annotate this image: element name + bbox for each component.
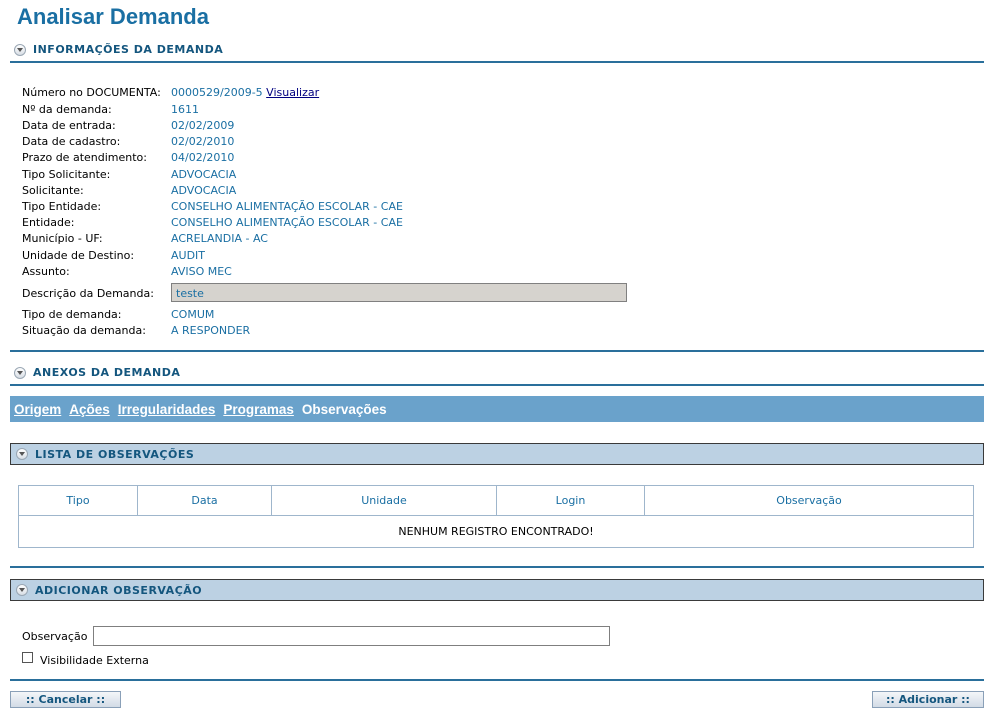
observacao-input[interactable] — [93, 626, 610, 646]
info-value: ACRELANDIA - AC — [171, 232, 268, 245]
info-label: Tipo Entidade: — [22, 200, 102, 213]
column-header-tipo[interactable]: Tipo — [18, 485, 138, 516]
info-value: ADVOCACIA — [171, 184, 237, 197]
info-value: 1611 — [171, 103, 199, 116]
tab-programas[interactable]: Programas — [223, 402, 294, 417]
section-header-anexos[interactable]: ANEXOS DA DEMANDA — [10, 366, 984, 379]
info-label: Data de entrada: — [22, 119, 116, 132]
divider — [10, 384, 984, 386]
info-value: AUDIT — [171, 249, 206, 262]
observacoes-table: Tipo Data Unidade Login Observação NENHU… — [18, 485, 974, 548]
info-value: ADVOCACIA — [171, 168, 237, 181]
numero-documenta: 0000529/2009-5 — [171, 86, 263, 99]
info-label: Número no DOCUMENTA: — [22, 86, 161, 99]
lista-observacoes-header[interactable]: LISTA DE OBSERVAÇÕES — [10, 443, 984, 465]
descricao-field[interactable]: teste — [171, 283, 627, 302]
info-label: Solicitante: — [22, 184, 84, 197]
visibilidade-checkbox[interactable] — [22, 652, 33, 663]
column-header-data[interactable]: Data — [137, 485, 272, 516]
section-title: LISTA DE OBSERVAÇÕES — [35, 447, 195, 461]
info-label: Tipo Solicitante: — [22, 168, 111, 181]
info-label: Data de cadastro: — [22, 135, 121, 148]
info-label: Descrição da Demanda: — [22, 287, 154, 300]
collapse-icon[interactable] — [16, 584, 28, 596]
column-header-login[interactable]: Login — [496, 485, 645, 516]
divider — [10, 350, 984, 352]
info-value: 02/02/2009 — [171, 119, 235, 132]
tab-irregularidades[interactable]: Irregularidades — [118, 402, 216, 417]
info-label: Entidade: — [22, 216, 75, 229]
column-header-unidade[interactable]: Unidade — [271, 485, 497, 516]
section-title: ANEXOS DA DEMANDA — [33, 366, 181, 379]
visibilidade-label: Visibilidade Externa — [40, 654, 149, 667]
tab-origem[interactable]: Origem — [14, 402, 61, 417]
info-label: Município - UF: — [22, 232, 103, 245]
adicionar-observacao-header[interactable]: ADICIONAR OBSERVAÇÃO — [10, 579, 984, 601]
collapse-icon[interactable] — [14, 43, 26, 56]
info-value: 0000529/2009-5 Visualizar — [171, 86, 319, 99]
info-value: CONSELHO ALIMENTAÇÃO ESCOLAR - CAE — [171, 200, 403, 213]
divider — [10, 679, 984, 681]
section-title: INFORMAÇÕES DA DEMANDA — [33, 43, 224, 56]
table-row: NENHUM REGISTRO ENCONTRADO! — [18, 515, 974, 548]
table-header-row: Tipo Data Unidade Login Observação — [18, 485, 974, 516]
empty-message: NENHUM REGISTRO ENCONTRADO! — [18, 515, 974, 548]
info-label: Assunto: — [22, 265, 70, 278]
info-value: COMUM — [171, 308, 215, 321]
info-label: Tipo de demanda: — [22, 308, 122, 321]
page-title: Analisar Demanda — [17, 4, 209, 29]
tab-observacoes[interactable]: Observações — [302, 402, 387, 417]
column-header-observacao[interactable]: Observação — [644, 485, 974, 516]
info-value: CONSELHO ALIMENTAÇÃO ESCOLAR - CAE — [171, 216, 403, 229]
observacao-label: Observação — [22, 630, 88, 643]
collapse-icon[interactable] — [14, 366, 26, 379]
info-value: 02/02/2010 — [171, 135, 235, 148]
divider — [10, 566, 984, 568]
tab-acoes[interactable]: Ações — [69, 402, 110, 417]
info-label: Prazo de atendimento: — [22, 151, 147, 164]
section-title: ADICIONAR OBSERVAÇÃO — [35, 583, 203, 597]
section-header-informacoes[interactable]: INFORMAÇÕES DA DEMANDA — [10, 43, 984, 56]
divider — [10, 61, 984, 63]
visualizar-link[interactable]: Visualizar — [266, 86, 319, 99]
attachment-tabs: Origem Ações Irregularidades Programas O… — [10, 396, 984, 422]
cancel-button[interactable]: :: Cancelar :: — [10, 691, 121, 708]
info-value: 04/02/2010 — [171, 151, 235, 164]
info-value: A RESPONDER — [171, 324, 251, 337]
info-label: Unidade de Destino: — [22, 249, 135, 262]
collapse-icon[interactable] — [16, 448, 28, 460]
add-button[interactable]: :: Adicionar :: — [872, 691, 984, 708]
info-label: Situação da demanda: — [22, 324, 146, 337]
info-value: AVISO MEC — [171, 265, 232, 278]
info-label: Nº da demanda: — [22, 103, 112, 116]
